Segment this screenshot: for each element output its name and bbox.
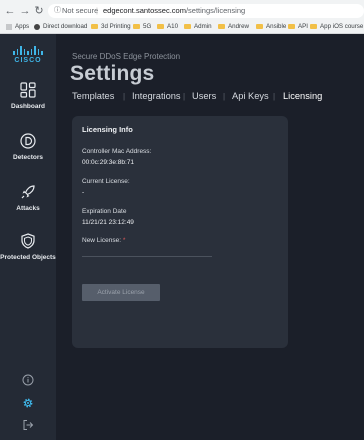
tab-separator: | bbox=[273, 92, 276, 101]
bookmark-andrew[interactable]: Andrew bbox=[218, 20, 249, 33]
cisco-bars-icon bbox=[0, 46, 56, 55]
url-text: edgecont.santossec.com/settings/licensin… bbox=[103, 6, 246, 15]
logout-icon[interactable] bbox=[22, 419, 34, 431]
bookmark-3d-printing[interactable]: 3d Printing bbox=[91, 20, 131, 33]
main-content: Secure DDoS Edge Protection Settings Tem… bbox=[56, 34, 364, 440]
tab-templates[interactable]: Templates bbox=[72, 91, 114, 101]
shield-icon bbox=[21, 233, 35, 249]
app-root: CISCO Dashboard Detectors Attacks Protec… bbox=[0, 34, 364, 440]
info-icon[interactable] bbox=[22, 374, 34, 386]
required-marker: * bbox=[122, 237, 126, 244]
detector-d-icon bbox=[20, 133, 36, 149]
bookmark-5g[interactable]: 5G bbox=[133, 20, 151, 33]
folder-icon bbox=[218, 24, 225, 29]
bookmark-a10[interactable]: A10 bbox=[157, 20, 178, 33]
tab-users[interactable]: Users bbox=[192, 91, 216, 101]
tab-licensing[interactable]: Licensing bbox=[283, 91, 322, 101]
reload-icon[interactable]: ↻ bbox=[33, 3, 45, 19]
folder-icon bbox=[288, 24, 295, 29]
bookmark-ansible[interactable]: Ansible bbox=[256, 20, 286, 33]
bookmark-apps[interactable]: Apps bbox=[6, 20, 29, 33]
new-license-label: New License: * bbox=[82, 237, 126, 244]
forward-arrow-icon[interactable]: → bbox=[19, 3, 31, 19]
browser-nav-row: ← → ↻ ⓘ Not secure | edgecont.santossec.… bbox=[0, 3, 364, 19]
sidebar-item-label: Dashboard bbox=[11, 103, 45, 110]
info-circle-icon[interactable]: ⓘ bbox=[54, 4, 61, 18]
sidebar-item-detectors[interactable]: Detectors bbox=[0, 133, 56, 162]
mac-address-label: Controller Mac Address: bbox=[82, 148, 152, 155]
card-heading: Licensing Info bbox=[82, 125, 133, 134]
folder-icon bbox=[256, 24, 263, 29]
sidebar-item-label: Protected Objects bbox=[0, 254, 56, 261]
sidebar: CISCO Dashboard Detectors Attacks Protec… bbox=[0, 34, 56, 440]
sidebar-item-label: Detectors bbox=[13, 154, 43, 161]
address-bar[interactable]: ⓘ Not secure | edgecont.santossec.com/se… bbox=[48, 4, 364, 18]
folder-icon bbox=[133, 24, 140, 29]
expiration-date-label: Expiration Date bbox=[82, 208, 127, 215]
folder-icon bbox=[310, 24, 317, 29]
page-subtitle: Secure DDoS Edge Protection bbox=[72, 52, 181, 61]
activate-license-button[interactable]: Activate License bbox=[82, 284, 160, 301]
page-title: Settings bbox=[70, 62, 155, 85]
tab-separator: | bbox=[223, 92, 226, 101]
sidebar-item-protected-objects[interactable]: Protected Objects bbox=[0, 233, 56, 262]
settings-gear-icon[interactable] bbox=[22, 397, 34, 409]
current-license-label: Current License: bbox=[82, 178, 130, 185]
tab-separator: | bbox=[183, 92, 186, 101]
bookmarks-bar: Apps Direct download 3d Printing 5G A10 … bbox=[0, 20, 364, 33]
logo-text: CISCO bbox=[14, 57, 42, 64]
tab-api-keys[interactable]: Api Keys bbox=[232, 91, 269, 101]
security-label: Not secure bbox=[62, 6, 99, 15]
bookmark-direct-download[interactable]: Direct download bbox=[34, 20, 87, 33]
back-arrow-icon[interactable]: ← bbox=[4, 3, 16, 19]
new-license-input[interactable] bbox=[82, 244, 212, 255]
globe-icon bbox=[34, 23, 40, 30]
bookmark-app-ios-course[interactable]: App iOS course bbox=[310, 20, 363, 33]
cisco-logo[interactable]: CISCO bbox=[0, 46, 56, 64]
expiration-date-value: 11/21/21 23:12:49 bbox=[82, 219, 134, 226]
sidebar-item-label: Attacks bbox=[16, 205, 40, 212]
sidebar-item-attacks[interactable]: Attacks bbox=[0, 184, 56, 213]
rocket-icon bbox=[21, 185, 35, 199]
address-separator: | bbox=[96, 6, 98, 15]
browser-chrome: ← → ↻ ⓘ Not secure | edgecont.santossec.… bbox=[0, 0, 364, 34]
mac-address-value: 00:0c:29:3e:8b:71 bbox=[82, 159, 135, 166]
licensing-info-card: Licensing Info Controller Mac Address: 0… bbox=[72, 116, 288, 348]
folder-icon bbox=[184, 24, 191, 29]
bookmark-admin[interactable]: Admin bbox=[184, 20, 212, 33]
folder-icon bbox=[157, 24, 164, 29]
dashboard-grid-icon bbox=[20, 82, 36, 98]
input-underline bbox=[82, 256, 212, 257]
current-license-value: - bbox=[82, 189, 85, 196]
sidebar-item-dashboard[interactable]: Dashboard bbox=[0, 82, 56, 111]
tab-integrations[interactable]: Integrations bbox=[132, 91, 181, 101]
bookmark-api[interactable]: API bbox=[288, 20, 308, 33]
folder-icon bbox=[91, 24, 98, 29]
tab-separator: | bbox=[123, 92, 126, 101]
apps-grid-icon bbox=[6, 23, 12, 30]
